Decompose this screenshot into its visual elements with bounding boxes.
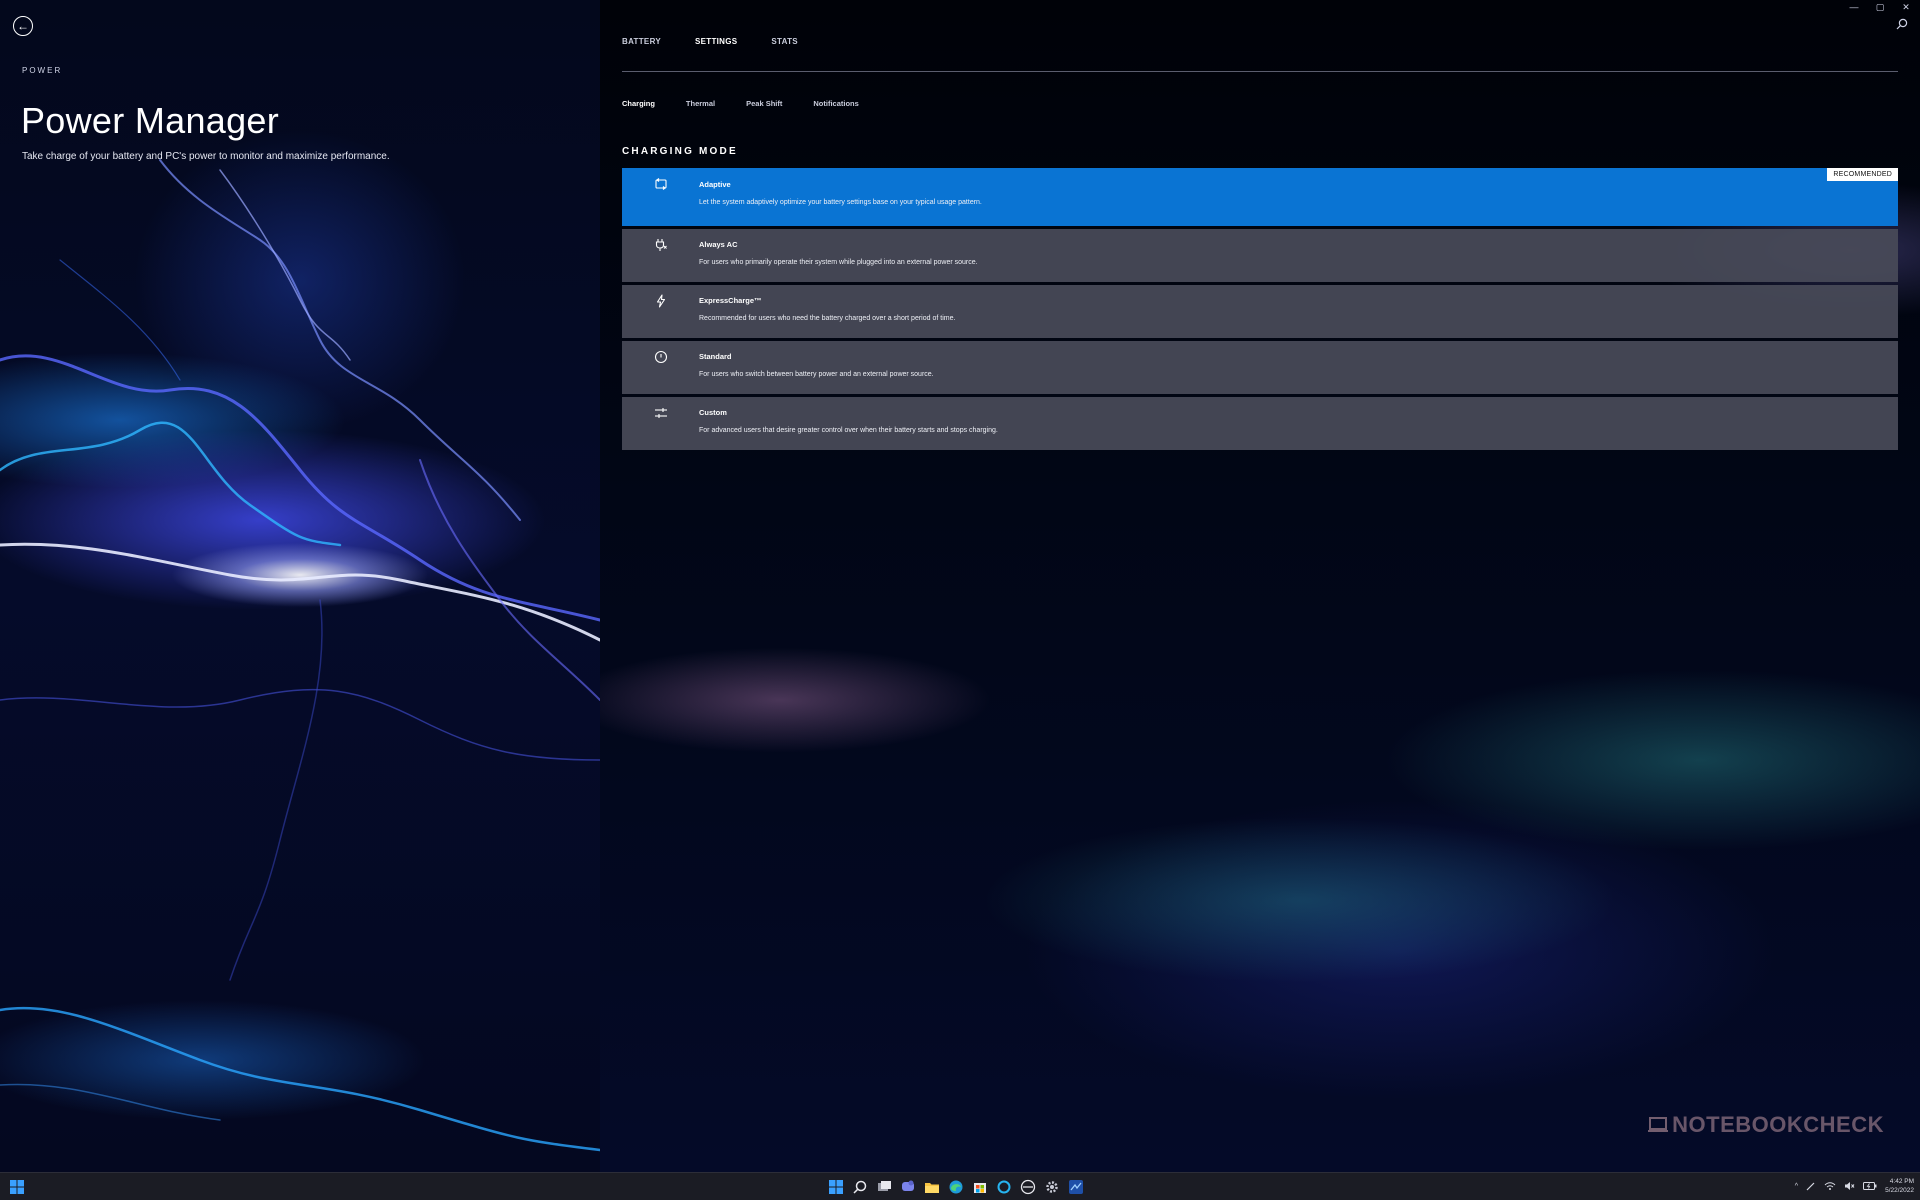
volume-muted-icon[interactable] bbox=[1844, 1181, 1855, 1191]
start-menu-icon[interactable] bbox=[828, 1179, 844, 1195]
tray-overflow-chevron-icon[interactable]: ^ bbox=[1795, 1183, 1798, 1190]
pen-icon[interactable] bbox=[1806, 1181, 1816, 1191]
mode-description: For users who switch between battery pow… bbox=[699, 371, 934, 378]
tab-divider bbox=[622, 71, 1898, 72]
settings-gear-icon[interactable] bbox=[1044, 1179, 1060, 1195]
subtab-charging[interactable]: Charging bbox=[622, 99, 655, 108]
section-eyebrow: POWER bbox=[22, 66, 62, 75]
adaptive-cycle-icon bbox=[654, 177, 668, 191]
system-tray: ^ 4:42 PM 5/22/2022 bbox=[1795, 1177, 1914, 1195]
battery-charging-icon[interactable] bbox=[1863, 1182, 1877, 1190]
recommended-badge: RECOMMENDED bbox=[1827, 168, 1898, 181]
mode-option-expresscharge[interactable]: ExpressCharge™ Recommended for users who… bbox=[622, 285, 1898, 338]
section-heading: CHARGING MODE bbox=[622, 146, 738, 157]
tab-settings[interactable]: SETTINGS bbox=[695, 37, 737, 46]
charging-mode-list: Adaptive Let the system adaptively optim… bbox=[622, 168, 1898, 453]
mode-name: Always AC bbox=[699, 240, 738, 249]
watermark-text: NOTEBOOKCHECK bbox=[1672, 1112, 1884, 1138]
maximize-button[interactable]: ▢ bbox=[1874, 2, 1886, 13]
content-panel: — ▢ ✕ BATTERY SETTINGS STATS Charging Th… bbox=[600, 0, 1920, 1172]
gauge-icon bbox=[654, 350, 668, 364]
mode-name: Standard bbox=[699, 352, 732, 361]
search-taskbar-icon[interactable] bbox=[852, 1179, 868, 1195]
hero-panel: ← POWER Power Manager Take charge of you… bbox=[0, 0, 600, 1172]
watermark-logo: NOTEBOOKCHECK bbox=[1647, 1112, 1884, 1138]
cortana-icon[interactable] bbox=[996, 1179, 1012, 1195]
subtab-notifications[interactable]: Notifications bbox=[813, 99, 858, 108]
clock-date: 5/22/2022 bbox=[1885, 1186, 1914, 1195]
mode-option-standard[interactable]: Standard For users who switch between ba… bbox=[622, 341, 1898, 394]
power-manager-app-icon[interactable] bbox=[1068, 1179, 1084, 1195]
subtab-thermal[interactable]: Thermal bbox=[686, 99, 715, 108]
file-explorer-icon[interactable] bbox=[924, 1179, 940, 1195]
mode-name: Adaptive bbox=[699, 180, 731, 189]
search-icon[interactable] bbox=[1896, 18, 1908, 30]
tab-stats[interactable]: STATS bbox=[771, 37, 798, 46]
mode-name: ExpressCharge™ bbox=[699, 296, 762, 305]
teams-chat-icon[interactable] bbox=[900, 1179, 916, 1195]
arrow-left-icon: ← bbox=[17, 20, 29, 32]
back-button[interactable]: ← bbox=[13, 16, 33, 36]
laptop-logo-icon bbox=[1647, 1114, 1669, 1136]
mode-description: For users who primarily operate their sy… bbox=[699, 259, 978, 266]
tab-battery[interactable]: BATTERY bbox=[622, 37, 661, 46]
subtab-peak-shift[interactable]: Peak Shift bbox=[746, 99, 782, 108]
taskbar: ^ 4:42 PM 5/22/2022 bbox=[0, 1172, 1920, 1200]
wifi-icon[interactable] bbox=[1824, 1181, 1836, 1191]
system-clock[interactable]: 4:42 PM 5/22/2022 bbox=[1885, 1177, 1914, 1195]
window-controls: — ▢ ✕ bbox=[1848, 2, 1912, 13]
page-title: Power Manager bbox=[21, 100, 279, 142]
microsoft-store-icon[interactable] bbox=[972, 1179, 988, 1195]
mode-description: For advanced users that desire greater c… bbox=[699, 427, 998, 434]
windows-start-icon[interactable] bbox=[10, 1180, 24, 1194]
close-button[interactable]: ✕ bbox=[1900, 2, 1912, 13]
mode-option-adaptive[interactable]: Adaptive Let the system adaptively optim… bbox=[622, 168, 1898, 226]
mode-option-custom[interactable]: Custom For advanced users that desire gr… bbox=[622, 397, 1898, 450]
lightning-background bbox=[0, 0, 600, 1172]
mode-option-always-ac[interactable]: Always AC For users who primarily operat… bbox=[622, 229, 1898, 282]
mode-description: Recommended for users who need the batte… bbox=[699, 315, 955, 322]
sub-tab-bar: Charging Thermal Peak Shift Notification… bbox=[622, 99, 859, 108]
clock-time: 4:42 PM bbox=[1885, 1177, 1914, 1186]
dell-app-icon[interactable] bbox=[1020, 1179, 1036, 1195]
edge-browser-icon[interactable] bbox=[948, 1179, 964, 1195]
taskbar-apps bbox=[828, 1179, 1084, 1195]
page-subtitle: Take charge of your battery and PC's pow… bbox=[22, 151, 390, 162]
task-view-icon[interactable] bbox=[876, 1179, 892, 1195]
plug-icon bbox=[654, 238, 668, 252]
minimize-button[interactable]: — bbox=[1848, 2, 1860, 13]
lightning-icon bbox=[654, 294, 668, 308]
top-tab-bar: BATTERY SETTINGS STATS bbox=[622, 37, 798, 46]
mode-description: Let the system adaptively optimize your … bbox=[699, 199, 982, 206]
mode-name: Custom bbox=[699, 408, 727, 417]
sliders-icon bbox=[654, 406, 668, 420]
